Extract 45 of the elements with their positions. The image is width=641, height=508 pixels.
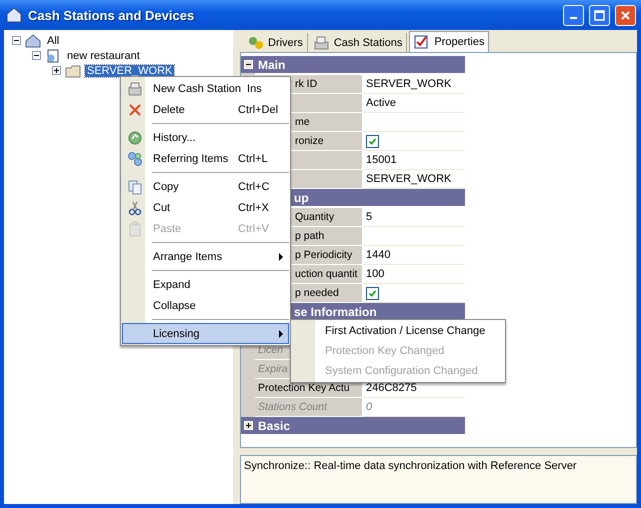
maximize-icon [594,10,605,20]
submenu-arrow-icon [278,330,284,338]
checkbox[interactable] [366,134,379,148]
folder-icon [65,64,81,78]
checkbox[interactable] [366,286,379,300]
checklist-icon [414,35,430,49]
window-title: Cash Stations and Devices [28,8,196,22]
property-value[interactable]: SERVER_WORK [363,75,465,94]
cut-icon [127,200,143,216]
copy-icon [127,178,143,194]
section-header[interactable]: Main [241,56,465,73]
submenu-arrow-icon [278,252,284,260]
menu-item[interactable]: Licensing [122,323,289,344]
tree-item[interactable]: SERVER_WORK [85,64,174,76]
menu-item[interactable]: First Activation / License Change [292,321,504,341]
property-label: Stations Count [255,398,363,417]
minimize-button[interactable] [563,4,584,26]
close-icon [620,10,631,20]
property-value[interactable]: 5 [363,208,465,227]
section-header[interactable]: Basic [241,417,465,434]
window-icon [5,6,23,24]
maximize-button[interactable] [589,4,610,26]
history-icon [127,130,143,146]
register-icon [127,80,143,96]
home-icon [25,34,41,48]
close-button[interactable] [615,4,636,26]
property-value[interactable]: Active [363,94,465,113]
register-icon [314,36,330,50]
node-icon [45,48,61,62]
expander-icon[interactable] [12,36,21,45]
paste-icon [127,220,143,236]
links-icon [127,150,143,166]
tab[interactable]: Properties [409,31,490,52]
tree-item[interactable]: new restaurant [65,50,142,62]
gears-icon [248,36,264,50]
property-value[interactable]: 100 [363,265,465,284]
property-value[interactable]: 15001 [363,151,465,170]
property-value[interactable]: 1440 [363,246,465,265]
minimize-icon [570,17,577,19]
expander-icon[interactable] [32,51,41,60]
description-text: Synchronize:: Real-time data synchronization with Reference Server [244,460,577,472]
menu-item[interactable]: Referring Items Ctrl+L [122,148,289,169]
delete-icon [127,102,143,118]
tree-item[interactable]: All [45,34,62,46]
expander-icon[interactable] [52,66,61,75]
